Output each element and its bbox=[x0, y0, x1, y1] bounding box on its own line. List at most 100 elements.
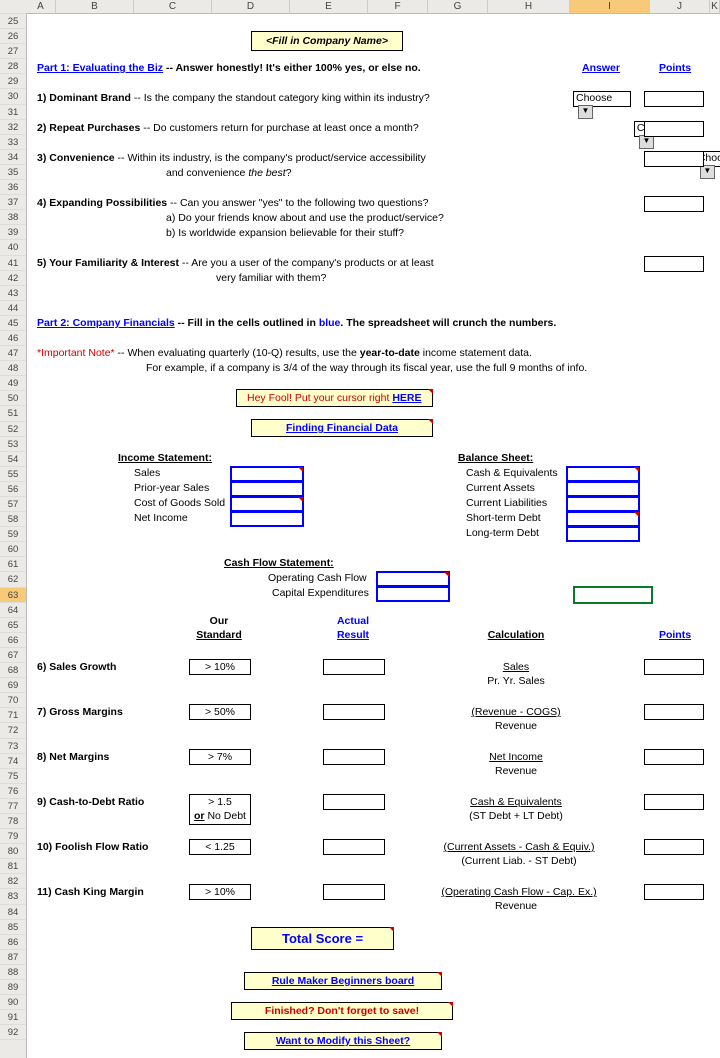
bs-cash-input[interactable] bbox=[566, 466, 640, 482]
important-note: *Important Note* -- When evaluating quar… bbox=[37, 347, 707, 359]
cf-capex-input[interactable] bbox=[376, 586, 450, 602]
m10-label: 10) Foolish Flow Ratio bbox=[37, 841, 148, 853]
standard-heading: Standard bbox=[189, 629, 249, 641]
is-prior: Prior-year Sales bbox=[134, 482, 209, 494]
m9-c1: Cash & Equivalents bbox=[436, 796, 596, 808]
is-sales: Sales bbox=[134, 467, 160, 479]
chevron-down-icon[interactable]: ▼ bbox=[639, 135, 654, 149]
m8-std: > 7% bbox=[189, 749, 251, 765]
part2-label: Part 2: Company Financials bbox=[37, 317, 175, 329]
m6-c1: Sales bbox=[446, 661, 586, 673]
comment-indicator-icon bbox=[428, 419, 433, 424]
answer-heading: Answer bbox=[573, 62, 629, 74]
is-cogs-input[interactable] bbox=[230, 496, 304, 512]
part2-line: Part 2: Company Financials -- Fill in th… bbox=[37, 317, 717, 329]
m7-actual[interactable] bbox=[323, 704, 385, 720]
comment-indicator-icon bbox=[389, 927, 394, 932]
q5b: very familiar with them? bbox=[216, 272, 326, 284]
important-note-2: For example, if a company is 3/4 of the … bbox=[146, 362, 587, 374]
m10-actual[interactable] bbox=[323, 839, 385, 855]
m11-c1: (Operating Cash Flow - Cap. Ex.) bbox=[424, 886, 614, 898]
income-statement-heading: Income Statement: bbox=[118, 452, 212, 464]
m9-points[interactable] bbox=[644, 794, 704, 810]
comment-indicator-icon bbox=[428, 389, 433, 394]
is-sales-input[interactable] bbox=[230, 466, 304, 482]
m11-actual[interactable] bbox=[323, 884, 385, 900]
page-title: <Fill in Company Name> bbox=[251, 31, 403, 51]
hey-fool-box: Hey Fool! Put your cursor right HERE bbox=[236, 389, 433, 407]
calculation-heading: Calculation bbox=[446, 629, 586, 641]
m7-c2: Revenue bbox=[446, 720, 586, 732]
comment-indicator-icon bbox=[298, 467, 303, 472]
m7-points[interactable] bbox=[644, 704, 704, 720]
points-heading-2: Points bbox=[646, 629, 704, 641]
is-prior-input[interactable] bbox=[230, 481, 304, 497]
q3b: and convenience the best? bbox=[166, 167, 292, 179]
actual-heading: Actual bbox=[323, 615, 383, 627]
m6-c2: Pr. Yr. Sales bbox=[446, 675, 586, 687]
cf-ocf-input[interactable] bbox=[376, 571, 450, 587]
q4-points[interactable] bbox=[644, 196, 704, 212]
m7-std: > 50% bbox=[189, 704, 251, 720]
q4b: b) Is worldwide expansion believable for… bbox=[166, 227, 404, 239]
m7-c1: (Revenue - COGS) bbox=[436, 706, 596, 718]
comment-indicator-icon bbox=[444, 572, 449, 577]
q1-dropdown[interactable]: Choose▼ bbox=[573, 91, 631, 107]
find-financial-data[interactable]: Finding Financial Data bbox=[251, 419, 433, 437]
comment-indicator-icon bbox=[634, 467, 639, 472]
m9-std: > 1.5 or No Debt bbox=[189, 794, 251, 825]
cashflow-heading: Cash Flow Statement: bbox=[224, 557, 334, 569]
m9-label: 9) Cash-to-Debt Ratio bbox=[37, 796, 144, 808]
selected-cell[interactable] bbox=[573, 586, 653, 604]
m8-label: 8) Net Margins bbox=[37, 751, 109, 763]
our-heading: Our bbox=[189, 615, 249, 627]
m10-points[interactable] bbox=[644, 839, 704, 855]
comment-indicator-icon bbox=[437, 1032, 442, 1037]
part1-tail: -- Answer honestly! It's either 100% yes… bbox=[163, 62, 421, 74]
m10-c2: (Current Liab. - ST Debt) bbox=[424, 855, 614, 867]
bs-curassets-input[interactable] bbox=[566, 481, 640, 497]
bs-ltdebt-input[interactable] bbox=[566, 526, 640, 542]
q2-points[interactable] bbox=[644, 121, 704, 137]
result-heading: Result bbox=[323, 629, 383, 641]
m8-c2: Revenue bbox=[446, 765, 586, 777]
q1-points[interactable] bbox=[644, 91, 704, 107]
m11-label: 11) Cash King Margin bbox=[37, 886, 144, 898]
m6-actual[interactable] bbox=[323, 659, 385, 675]
bs-curliab-input[interactable] bbox=[566, 496, 640, 512]
bs-ltdebt: Long-term Debt bbox=[466, 527, 539, 539]
m10-std: < 1.25 bbox=[189, 839, 251, 855]
balance-sheet-heading: Balance Sheet: bbox=[458, 452, 533, 464]
bs-curassets: Current Assets bbox=[466, 482, 535, 494]
comment-indicator-icon bbox=[298, 497, 303, 502]
q5-points[interactable] bbox=[644, 256, 704, 272]
m7-label: 7) Gross Margins bbox=[37, 706, 123, 718]
bs-stdebt-input[interactable] bbox=[566, 511, 640, 527]
comment-indicator-icon bbox=[437, 972, 442, 977]
part1-label: Part 1: Evaluating the Biz bbox=[37, 62, 163, 74]
total-score: Total Score = bbox=[251, 927, 394, 950]
m6-points[interactable] bbox=[644, 659, 704, 675]
q4: 4) Expanding Possibilities -- Can you an… bbox=[37, 197, 557, 209]
chevron-down-icon[interactable]: ▼ bbox=[700, 165, 715, 179]
q1: 1) Dominant Brand -- Is the company the … bbox=[37, 92, 557, 104]
m8-points[interactable] bbox=[644, 749, 704, 765]
bs-cash: Cash & Equivalents bbox=[466, 467, 558, 479]
bs-stdebt: Short-term Debt bbox=[466, 512, 541, 524]
m6-std: > 10% bbox=[189, 659, 251, 675]
q3-points[interactable] bbox=[644, 151, 704, 167]
m8-actual[interactable] bbox=[323, 749, 385, 765]
beginners-board[interactable]: Rule Maker Beginners board bbox=[244, 972, 442, 990]
m9-c2: (ST Debt + LT Debt) bbox=[436, 810, 596, 822]
is-net-input[interactable] bbox=[230, 511, 304, 527]
finished-save: Finished? Don't forget to save! bbox=[231, 1002, 453, 1020]
chevron-down-icon[interactable]: ▼ bbox=[578, 105, 593, 119]
m9-actual[interactable] bbox=[323, 794, 385, 810]
m10-c1: (Current Assets - Cash & Equiv.) bbox=[424, 841, 614, 853]
modify-sheet[interactable]: Want to Modify this Sheet? bbox=[244, 1032, 442, 1050]
cf-capex: Capital Expenditures bbox=[272, 587, 369, 599]
part1-line: Part 1: Evaluating the Biz -- Answer hon… bbox=[37, 62, 567, 74]
is-net: Net Income bbox=[134, 512, 188, 524]
m11-points[interactable] bbox=[644, 884, 704, 900]
m6-label: 6) Sales Growth bbox=[37, 661, 116, 673]
